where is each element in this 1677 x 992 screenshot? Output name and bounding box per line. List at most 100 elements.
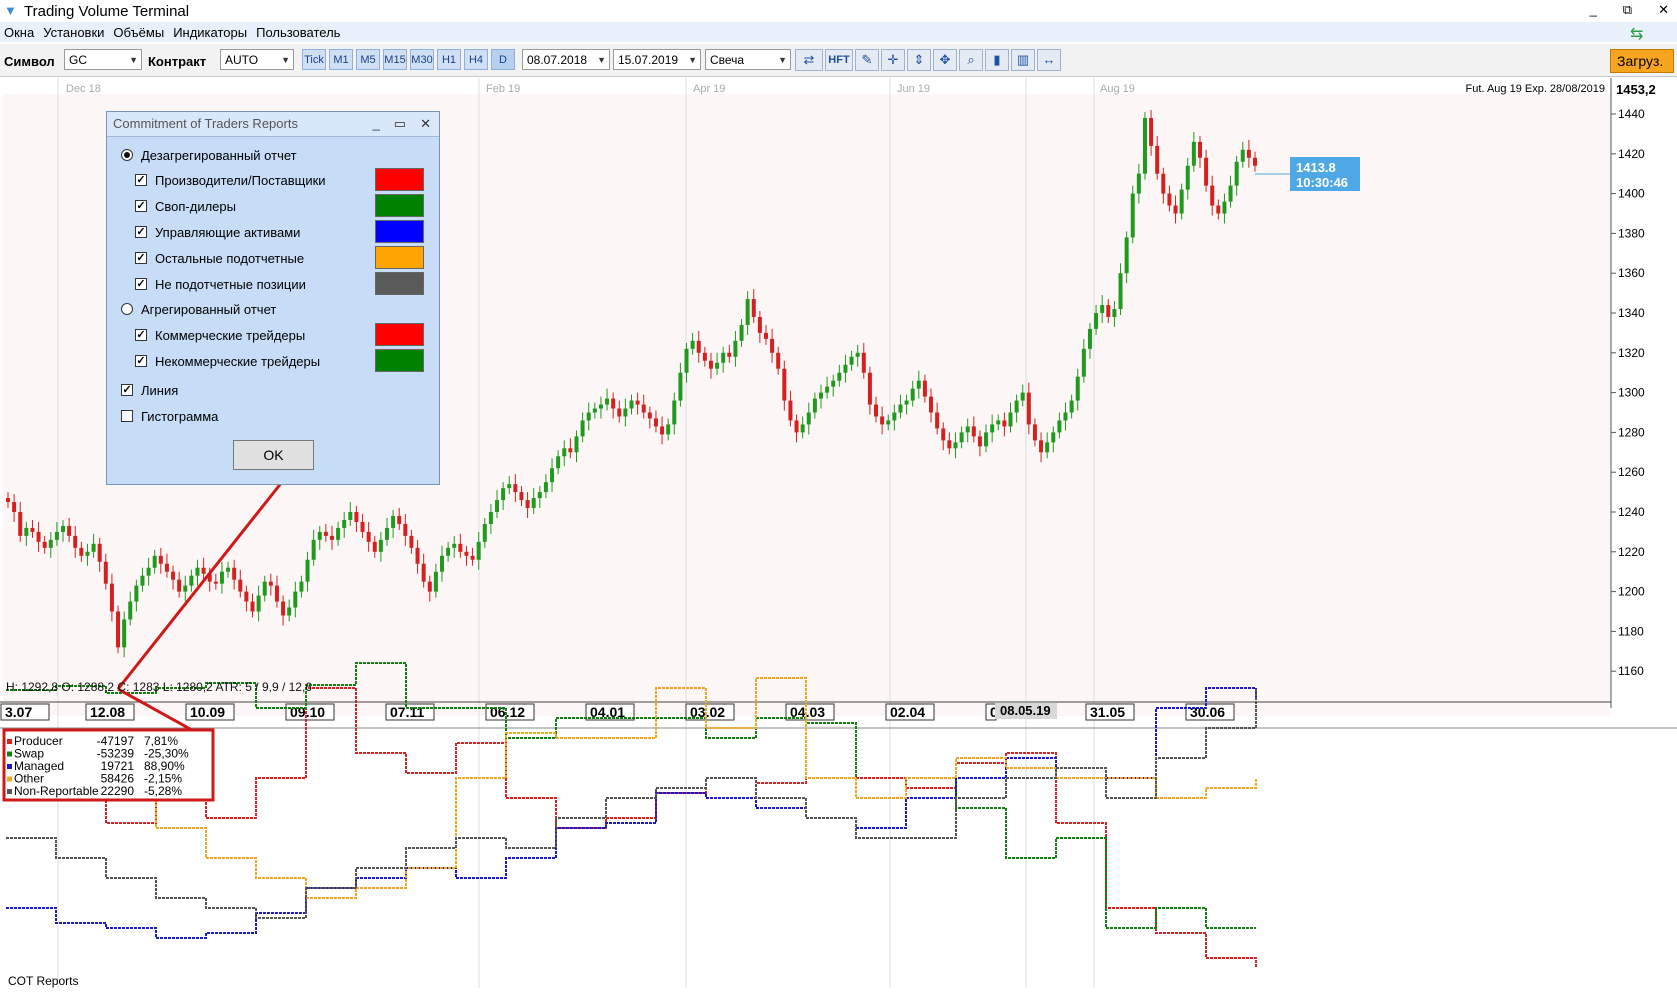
candle-body <box>678 372 683 401</box>
producer-checkbox[interactable]: ✓ Производители/Поставщики <box>135 170 326 190</box>
managed-color-swatch[interactable] <box>375 220 424 243</box>
nonreportable-checkbox[interactable]: ✓ Не подотчетные позиции <box>135 274 306 294</box>
bars-icon[interactable]: ▮ <box>985 49 1009 71</box>
date-to-picker[interactable]: 15.07.2019 ▼ <box>613 49 701 70</box>
candle-body <box>1051 432 1056 443</box>
candle-body <box>140 575 145 586</box>
candle-body <box>1142 117 1147 174</box>
tf-m15[interactable]: M15 <box>383 49 407 70</box>
minimize-button[interactable]: _ <box>1590 2 1597 18</box>
candle-body <box>672 400 677 425</box>
date-from-picker[interactable]: 08.07.2018 ▼ <box>522 49 610 70</box>
month-label: Jun 19 <box>897 83 930 95</box>
candle-body <box>1002 420 1007 427</box>
crosshair-icon[interactable]: ✛ <box>881 49 905 71</box>
contract-select[interactable]: AUTO ▼ <box>220 49 294 70</box>
empty-checkbox-icon <box>121 410 133 422</box>
producer-color-swatch[interactable] <box>375 168 424 191</box>
ok-button[interactable]: OK <box>233 440 314 470</box>
zoom-icon[interactable]: ⌕ <box>959 49 983 71</box>
candle-body <box>91 543 96 552</box>
tf-m5[interactable]: M5 <box>356 49 380 70</box>
candle-body <box>806 412 811 425</box>
candle-body <box>556 456 561 469</box>
commercial-color-swatch[interactable] <box>375 323 424 346</box>
candle-body <box>763 332 768 339</box>
move-icon[interactable]: ✥ <box>933 49 957 71</box>
tf-h4[interactable]: H4 <box>464 49 488 70</box>
nonreportable-color-swatch[interactable] <box>375 272 424 295</box>
crosshair-price: 1413.8 <box>1296 160 1336 175</box>
hft-button[interactable]: HFT <box>825 49 853 71</box>
candle-body <box>941 428 946 441</box>
month-label: Feb 19 <box>486 83 520 95</box>
noncommercial-color-swatch[interactable] <box>375 349 424 372</box>
candle-body <box>1057 420 1062 433</box>
symbol-select[interactable]: GC ▼ <box>64 49 142 70</box>
candle-body <box>1087 328 1092 349</box>
disaggregated-radio[interactable]: Дезагрегированный отчет <box>121 145 297 165</box>
candle-body <box>268 581 273 586</box>
commercial-checkbox[interactable]: ✓ Коммерческие трейдеры <box>135 325 305 345</box>
restore-button[interactable]: ⧉ <box>1623 2 1632 18</box>
candle-body <box>1191 141 1196 166</box>
swap-color-swatch[interactable] <box>375 194 424 217</box>
candle-body <box>1234 161 1239 186</box>
candle-body <box>122 619 127 648</box>
menu-settings[interactable]: Установки <box>43 25 104 40</box>
tf-h1[interactable]: H1 <box>437 49 461 70</box>
close-button[interactable]: ✕ <box>1658 2 1669 18</box>
histogram-checkbox[interactable]: Гистограмма <box>121 406 218 426</box>
line-checkbox[interactable]: ✓ Линия <box>121 380 178 400</box>
candle-body <box>684 348 689 373</box>
managed-label: Управляющие активами <box>155 224 301 240</box>
vertical-resize-icon[interactable]: ⇕ <box>907 49 931 71</box>
candle-body <box>1094 313 1099 329</box>
tf-tick[interactable]: Tick <box>302 49 326 70</box>
menu-volumes[interactable]: Объёмы <box>113 25 164 40</box>
price-tick-label: 1320 <box>1618 346 1645 360</box>
dialog-close-icon[interactable]: ✕ <box>420 112 431 136</box>
menu-indicators[interactable]: Индикаторы <box>173 25 247 40</box>
candle-body <box>702 352 707 361</box>
range-icon[interactable]: ↔ <box>1037 49 1061 71</box>
other-color-swatch[interactable] <box>375 246 424 269</box>
aggregated-radio[interactable]: Агрегированный отчет <box>121 299 276 319</box>
candle-body <box>397 515 402 524</box>
menu-windows[interactable]: Окна <box>4 25 34 40</box>
sync-icon[interactable]: ⇆ <box>1630 24 1643 44</box>
candle-body <box>1155 145 1160 174</box>
candle-body <box>311 539 316 560</box>
chart-type-select[interactable]: Свеча ▼ <box>705 49 791 70</box>
dialog-minimize-icon[interactable]: _ <box>373 112 380 136</box>
candle-body <box>329 535 334 540</box>
other-checkbox[interactable]: ✓ Остальные подотчетные <box>135 248 304 268</box>
candle-body <box>470 555 475 560</box>
candle-body <box>580 420 585 437</box>
dialog-maximize-icon[interactable]: ▭ <box>394 112 406 136</box>
managed-checkbox[interactable]: ✓ Управляющие активами <box>135 222 300 242</box>
noncommercial-checkbox[interactable]: ✓ Некоммерческие трейдеры <box>135 351 320 371</box>
arrows-icon[interactable]: ⇄ <box>795 49 823 71</box>
load-button[interactable]: Загруз. <box>1610 49 1674 73</box>
candle-body <box>849 356 854 365</box>
date-label: 3.07 <box>5 704 32 720</box>
candle-body <box>476 541 481 560</box>
candle-body <box>1063 412 1068 421</box>
tf-m30[interactable]: M30 <box>410 49 434 70</box>
menu-user[interactable]: Пользователь <box>256 25 340 40</box>
candle-body <box>922 380 927 397</box>
volume-bars-icon[interactable]: ▥ <box>1011 49 1035 71</box>
date-label: 31.05 <box>1090 704 1125 720</box>
candle-body <box>825 386 830 393</box>
candle-body <box>641 404 646 413</box>
price-tick-label: 1300 <box>1618 386 1645 400</box>
candle-body <box>232 567 237 580</box>
month-label: Dec 18 <box>66 83 101 95</box>
swap-checkbox[interactable]: ✓ Своп-дилеры <box>135 196 236 216</box>
pen-icon[interactable]: ✎ <box>855 49 879 71</box>
dialog-title-bar[interactable]: Commitment of Traders Reports _ ▭ ✕ <box>107 112 439 137</box>
candle-body <box>195 567 200 576</box>
tf-d[interactable]: D <box>491 49 515 70</box>
tf-m1[interactable]: M1 <box>329 49 353 70</box>
